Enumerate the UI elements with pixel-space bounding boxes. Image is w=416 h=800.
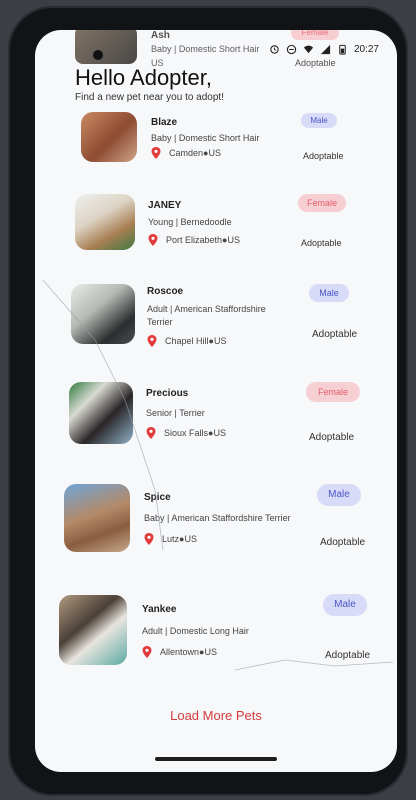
pet-location: Sioux Falls●US: [146, 427, 226, 439]
peek-pet-card[interactable]: Ash Baby | Domestic Short Hair US Female…: [75, 30, 375, 70]
pet-card[interactable]: Yankee Adult | Domestic Long Hair Allent…: [35, 593, 397, 693]
pet-photo: [81, 112, 137, 162]
app-screen: 20:27 Ash Baby | Domestic Short Hair US …: [35, 30, 397, 772]
status-label: Adoptable: [303, 151, 344, 161]
location-pin-icon: [142, 646, 152, 658]
location-pin-icon: [146, 427, 156, 439]
gender-badge: Male: [323, 594, 367, 616]
home-indicator[interactable]: [155, 757, 277, 761]
pet-card[interactable]: JANEY Young | Bernedoodle Port Elizabeth…: [35, 192, 397, 270]
gender-badge: Male: [317, 484, 361, 506]
pet-name: Precious: [146, 388, 189, 399]
page-title: Hello Adopter,: [75, 65, 212, 90]
pet-location-text: Port Elizabeth●US: [166, 235, 240, 245]
peek-status-label: Adoptable: [295, 58, 336, 68]
peek-pet-name: Ash: [151, 30, 170, 41]
pet-photo: [59, 595, 127, 665]
location-pin-icon: [151, 147, 161, 159]
pet-location: Allentown●US: [142, 646, 217, 658]
pet-breed: Adult | Domestic Long Hair: [142, 626, 249, 636]
gender-badge: Male: [301, 113, 337, 128]
page-subtitle: Find a new pet near you to adopt!: [75, 92, 224, 103]
pet-photo: [64, 484, 130, 552]
pet-location-text: Sioux Falls●US: [164, 428, 226, 438]
pet-breed: Young | Bernedoodle: [148, 217, 232, 227]
peek-pet-breed: Baby | Domestic Short Hair: [151, 44, 260, 54]
pet-name: Yankee: [142, 604, 177, 615]
pet-photo: [69, 382, 133, 444]
status-label: Adoptable: [325, 650, 371, 661]
peek-pet-photo: [75, 30, 137, 64]
gender-badge: Female: [306, 382, 360, 402]
status-label: Adoptable: [309, 432, 355, 443]
pet-location-text: Chapel Hill●US: [165, 336, 227, 346]
status-label: Adoptable: [301, 238, 342, 248]
pet-breed: Adult | American Staffordshire: [147, 304, 266, 314]
pet-photo: [71, 284, 135, 344]
pet-name: JANEY: [148, 200, 182, 211]
header: Ash Baby | Domestic Short Hair US Female…: [35, 30, 397, 110]
location-pin-icon: [147, 335, 157, 347]
pet-location: Camden●US: [151, 147, 221, 159]
pet-location-text: Lutz●US: [162, 534, 197, 544]
load-more-button[interactable]: Load More Pets: [35, 708, 397, 723]
pet-name: Roscoe: [147, 286, 184, 297]
pet-breed-line2: Terrier: [147, 317, 173, 327]
pet-card[interactable]: Roscoe Adult | American Staffordshire Te…: [35, 282, 397, 372]
pet-location-text: Camden●US: [169, 148, 221, 158]
gender-badge: Female: [298, 194, 346, 212]
pet-breed: Baby | Domestic Short Hair: [151, 133, 260, 143]
gender-badge: Male: [309, 284, 349, 302]
peek-gender-badge: Female: [291, 30, 339, 40]
pet-card[interactable]: Blaze Baby | Domestic Short Hair Camden●…: [35, 110, 397, 176]
camera-cutout: [93, 50, 103, 60]
status-label: Adoptable: [320, 537, 366, 548]
location-pin-icon: [148, 234, 158, 246]
pet-name: Blaze: [151, 117, 178, 128]
pet-breed: Baby | American Staffordshire Terrier: [144, 513, 291, 523]
status-label: Adoptable: [312, 329, 358, 340]
pet-photo: [75, 194, 135, 250]
pet-card[interactable]: Spice Baby | American Staffordshire Terr…: [35, 482, 397, 582]
pet-breed: Senior | Terrier: [146, 408, 205, 418]
pet-location: Chapel Hill●US: [147, 335, 226, 347]
pet-location: Lutz●US: [144, 533, 197, 545]
pet-location: Port Elizabeth●US: [148, 234, 240, 246]
phone-frame: 20:27 Ash Baby | Domestic Short Hair US …: [8, 6, 408, 796]
pet-name: Spice: [144, 492, 171, 503]
location-pin-icon: [144, 533, 154, 545]
pet-location-text: Allentown●US: [160, 647, 217, 657]
pet-card[interactable]: Precious Senior | Terrier Sioux Falls●US…: [35, 380, 397, 470]
